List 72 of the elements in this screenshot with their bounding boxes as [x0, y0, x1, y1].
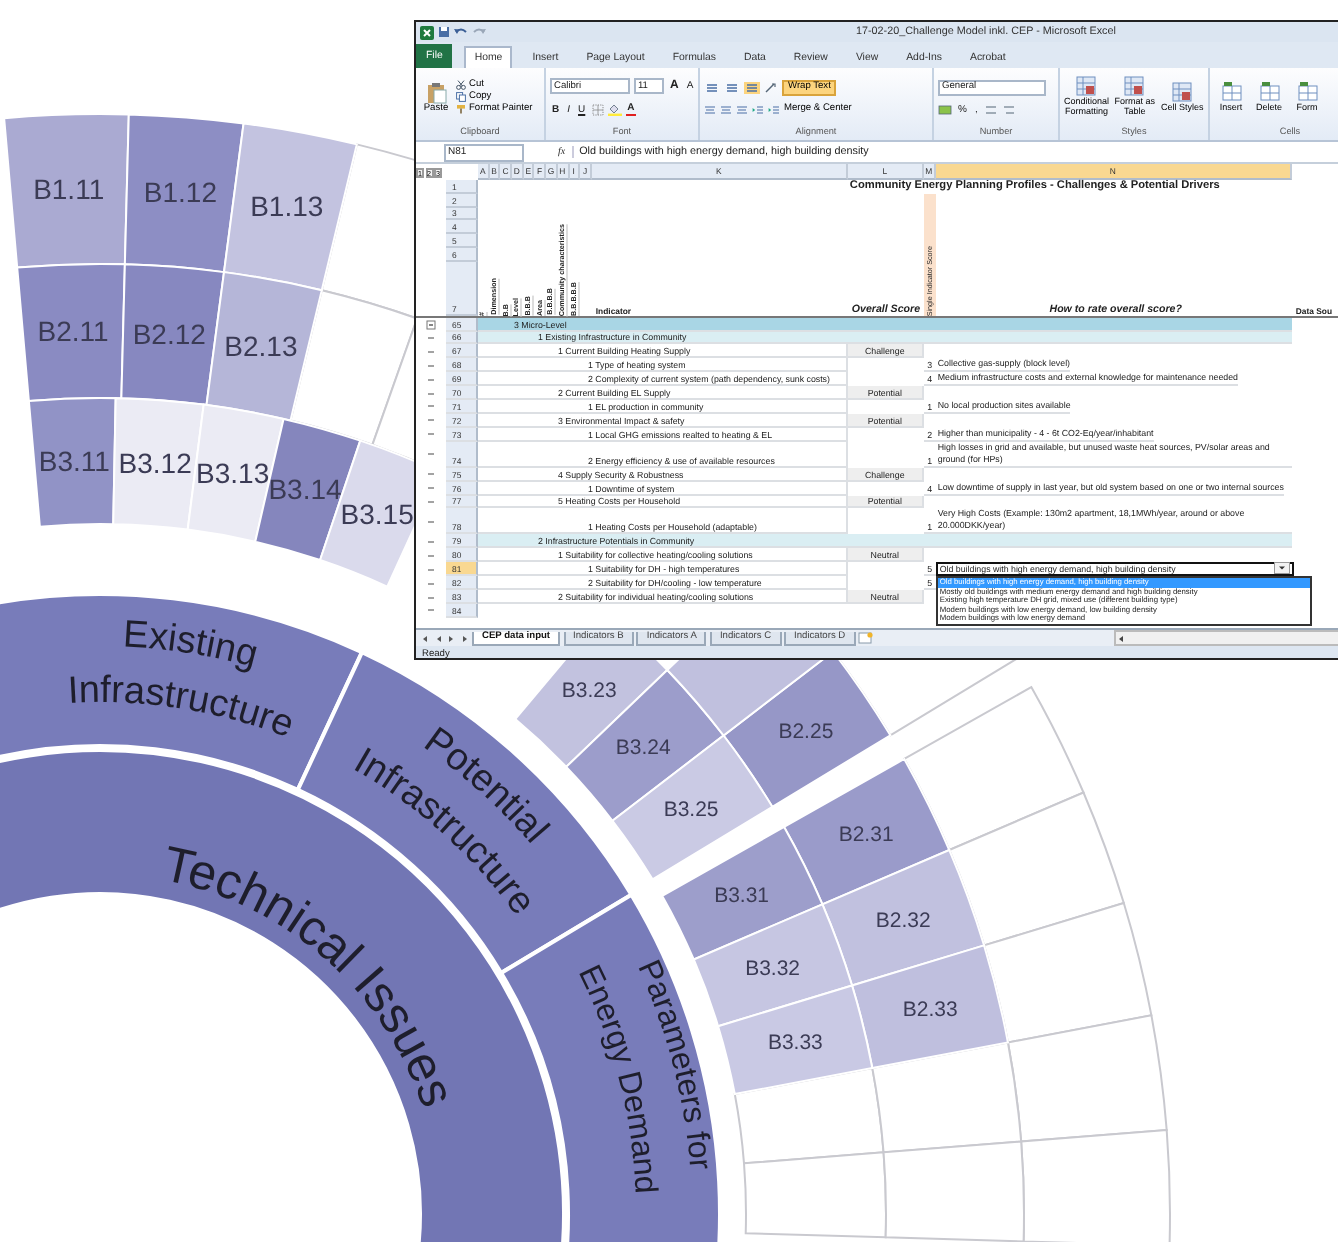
cell-grid-icon: [1221, 81, 1241, 102]
cell-label: B1.11: [33, 173, 105, 206]
cell-label: B3.24: [615, 735, 671, 760]
horizontal-align-icon[interactable]: [720, 103, 732, 115]
cell-label: B3.13: [196, 456, 270, 489]
clipboard-icon: [425, 81, 447, 103]
outline-dash-icon: [428, 335, 434, 340]
outline-dash-icon: [428, 452, 434, 457]
cell-label: B3.12: [118, 447, 192, 479]
cell-label: B3.33: [767, 1031, 823, 1056]
outline-dash-icon: [428, 472, 434, 477]
dropdown-arrow-icon[interactable]: [1273, 561, 1290, 574]
outline-dash-icon: [428, 581, 434, 586]
cell-label: B2.32: [875, 908, 931, 933]
vertical-align-icon[interactable]: [744, 81, 760, 93]
cell-label: B3.23: [561, 679, 617, 704]
scissors-icon: [456, 80, 466, 90]
cell-label: B2.33: [902, 998, 958, 1023]
category-label: Existing Infrastructure: [66, 614, 300, 748]
table-style-icon: [1172, 81, 1193, 102]
indent-icon[interactable]: [768, 103, 780, 115]
outline-dash-icon: [428, 499, 434, 504]
outline-dash-icon: [428, 567, 434, 572]
vertical-align-icon[interactable]: [724, 81, 740, 93]
cell-grid-icon: [1297, 81, 1317, 102]
undo-icon[interactable]: [454, 26, 468, 38]
outline-dash-icon: [428, 377, 434, 382]
horizontal-align-icon[interactable]: [704, 103, 716, 115]
outline-dash-icon: [428, 595, 434, 600]
text-orientation-icon[interactable]: [764, 81, 778, 93]
cell-label: B3.31: [714, 884, 770, 909]
cell-label: B1.13: [250, 190, 324, 223]
cell-label: B2.11: [37, 315, 109, 348]
cell-label: B3.14: [268, 473, 342, 506]
paintbrush-icon: [456, 104, 466, 114]
vertical-align-icon[interactable]: [704, 81, 720, 93]
cell-label: B1.12: [143, 176, 217, 209]
cell-label: B2.25: [778, 719, 834, 744]
cell-label: B2.31: [838, 822, 894, 847]
horizontal-scrollbar[interactable]: [1113, 630, 1338, 646]
outline-dash-icon: [428, 391, 434, 396]
cell-label: B3.15: [340, 497, 414, 530]
outline-dash-icon: [428, 519, 434, 524]
new-sheet-icon[interactable]: [858, 632, 875, 644]
cell-label: B2.13: [224, 329, 298, 362]
currency-icon[interactable]: [938, 103, 952, 115]
horizontal-align-icon[interactable]: [736, 103, 748, 115]
outline-dash-icon: [428, 363, 434, 368]
outline-dash-icon: [428, 539, 434, 544]
cell-label: B3.11: [38, 445, 110, 478]
save-icon[interactable]: [438, 26, 450, 38]
outline-dash-icon: [428, 349, 434, 354]
cell-label: B3.32: [745, 956, 801, 981]
outline-dash-icon: [428, 608, 434, 613]
increase-decimal-icon[interactable]: [983, 103, 998, 115]
outline-dash-icon: [428, 486, 434, 491]
spreadsheet-logo-icon[interactable]: [420, 25, 434, 39]
table-style-icon: [1124, 76, 1145, 97]
outline-dash-icon: [428, 418, 434, 423]
outline-dash-icon: [428, 432, 434, 437]
copy-icon: [456, 92, 466, 102]
collapse-button[interactable]: [426, 319, 436, 330]
table-style-icon: [1076, 76, 1097, 97]
cell-grid-icon: [1259, 81, 1279, 102]
outline-dash-icon: [428, 404, 434, 409]
fill-bucket-icon[interactable]: [607, 103, 622, 115]
outline-dash-icon: [428, 553, 434, 558]
cell-label: B3.25: [663, 798, 719, 822]
borders-icon[interactable]: [591, 103, 604, 115]
indent-icon[interactable]: [752, 103, 764, 115]
decrease-decimal-icon[interactable]: [1001, 103, 1016, 115]
cell-label: B2.12: [132, 317, 206, 350]
